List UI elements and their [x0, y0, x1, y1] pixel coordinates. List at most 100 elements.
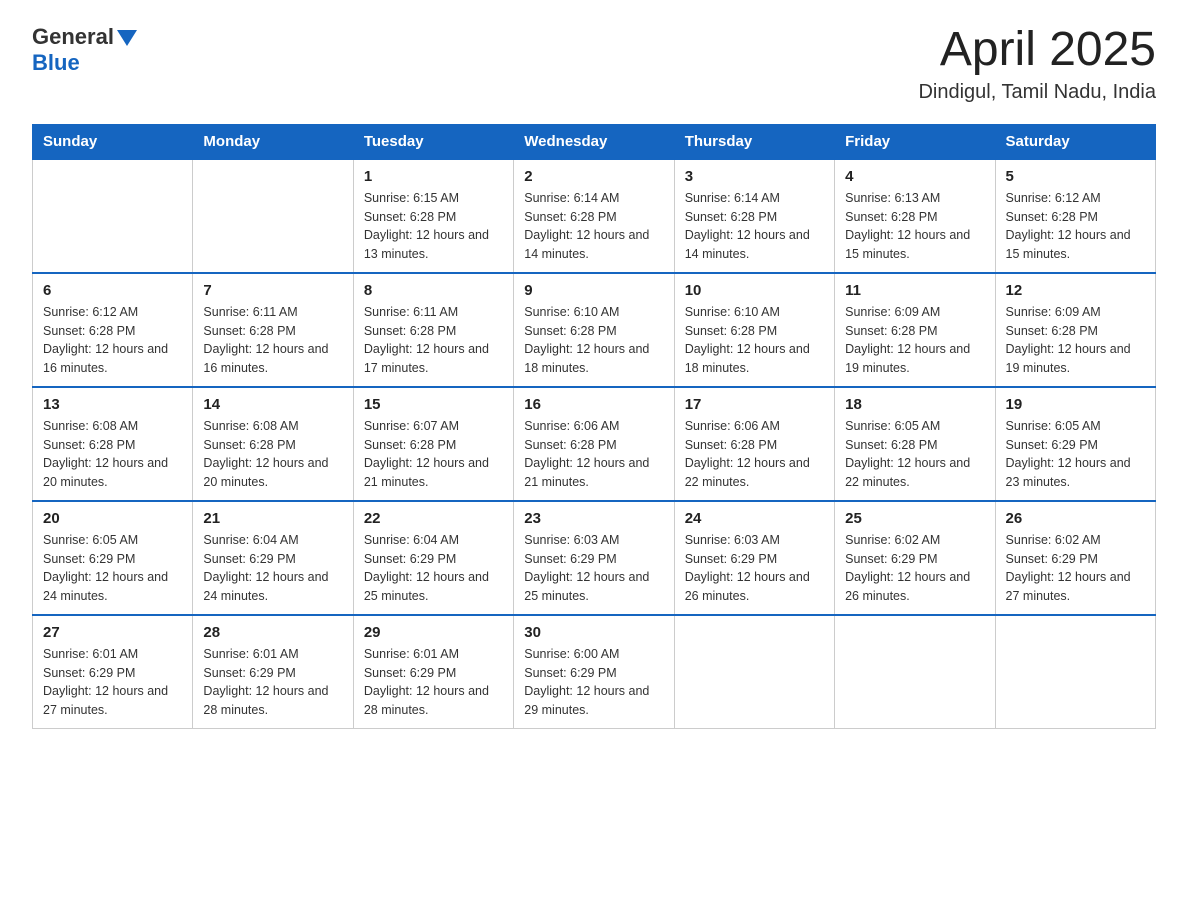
cell-info-text: Sunrise: 6:01 AM Sunset: 6:29 PM Dayligh… — [364, 645, 503, 720]
calendar-cell: 23 Sunrise: 6:03 AM Sunset: 6:29 PM Dayli… — [514, 501, 674, 615]
calendar-cell: 18 Sunrise: 6:05 AM Sunset: 6:28 PM Dayli… — [835, 387, 995, 501]
calendar-cell: 11 Sunrise: 6:09 AM Sunset: 6:28 PM Dayli… — [835, 273, 995, 387]
cell-info-text: Sunrise: 6:07 AM Sunset: 6:28 PM Dayligh… — [364, 417, 503, 492]
logo-blue: Blue — [32, 50, 80, 76]
calendar-cell: 6 Sunrise: 6:12 AM Sunset: 6:28 PM Daylig… — [33, 273, 193, 387]
cell-day-number: 12 — [1006, 282, 1145, 299]
cell-day-number: 29 — [364, 624, 503, 641]
page-subtitle: Dindigul, Tamil Nadu, India — [918, 81, 1156, 104]
logo-general: General — [32, 24, 114, 50]
calendar-cell: 5 Sunrise: 6:12 AM Sunset: 6:28 PM Daylig… — [995, 159, 1155, 273]
calendar-week-row: 27 Sunrise: 6:01 AM Sunset: 6:29 PM Dayli… — [33, 615, 1156, 729]
logo-triangle-icon — [117, 30, 137, 46]
calendar-cell: 21Sunrise: 6:04 AM Sunset: 6:29 PM Dayli… — [193, 501, 353, 615]
cell-day-number: 3 — [685, 168, 824, 185]
cell-day-number: 19 — [1006, 396, 1145, 413]
cell-info-text: Sunrise: 6:14 AM Sunset: 6:28 PM Dayligh… — [524, 189, 663, 264]
calendar-day-header: Monday — [193, 124, 353, 159]
calendar-cell — [193, 159, 353, 273]
cell-info-text: Sunrise: 6:14 AM Sunset: 6:28 PM Dayligh… — [685, 189, 824, 264]
cell-info-text: Sunrise: 6:06 AM Sunset: 6:28 PM Dayligh… — [685, 417, 824, 492]
cell-info-text: Sunrise: 6:03 AM Sunset: 6:29 PM Dayligh… — [685, 531, 824, 606]
calendar-cell — [995, 615, 1155, 729]
calendar-cell: 26Sunrise: 6:02 AM Sunset: 6:29 PM Dayli… — [995, 501, 1155, 615]
cell-day-number: 28 — [203, 624, 342, 641]
cell-info-text: Sunrise: 6:12 AM Sunset: 6:28 PM Dayligh… — [43, 303, 182, 378]
calendar-day-header: Sunday — [33, 124, 193, 159]
calendar-cell: 16 Sunrise: 6:06 AM Sunset: 6:28 PM Dayli… — [514, 387, 674, 501]
calendar-header-row: SundayMondayTuesdayWednesdayThursdayFrid… — [33, 124, 1156, 159]
cell-day-number: 4 — [845, 168, 984, 185]
cell-info-text: Sunrise: 6:08 AM Sunset: 6:28 PM Dayligh… — [203, 417, 342, 492]
cell-info-text: Sunrise: 6:12 AM Sunset: 6:28 PM Dayligh… — [1006, 189, 1145, 264]
cell-info-text: Sunrise: 6:09 AM Sunset: 6:28 PM Dayligh… — [1006, 303, 1145, 378]
cell-day-number: 27 — [43, 624, 182, 641]
cell-info-text: Sunrise: 6:06 AM Sunset: 6:28 PM Dayligh… — [524, 417, 663, 492]
calendar-week-row: 13 Sunrise: 6:08 AM Sunset: 6:28 PM Dayli… — [33, 387, 1156, 501]
calendar-week-row: 20Sunrise: 6:05 AM Sunset: 6:29 PM Dayli… — [33, 501, 1156, 615]
cell-info-text: Sunrise: 6:05 AM Sunset: 6:29 PM Dayligh… — [1006, 417, 1145, 492]
cell-day-number: 2 — [524, 168, 663, 185]
calendar-cell: 17 Sunrise: 6:06 AM Sunset: 6:28 PM Dayli… — [674, 387, 834, 501]
cell-info-text: Sunrise: 6:08 AM Sunset: 6:28 PM Dayligh… — [43, 417, 182, 492]
calendar-cell: 22Sunrise: 6:04 AM Sunset: 6:29 PM Dayli… — [353, 501, 513, 615]
cell-day-number: 6 — [43, 282, 182, 299]
cell-day-number: 11 — [845, 282, 984, 299]
calendar-cell: 3 Sunrise: 6:14 AM Sunset: 6:28 PM Daylig… — [674, 159, 834, 273]
cell-day-number: 26 — [1006, 510, 1145, 527]
calendar-cell: 8 Sunrise: 6:11 AM Sunset: 6:28 PM Daylig… — [353, 273, 513, 387]
cell-day-number: 24 — [685, 510, 824, 527]
cell-day-number: 23 — [524, 510, 663, 527]
cell-day-number: 22 — [364, 510, 503, 527]
cell-day-number: 1 — [364, 168, 503, 185]
calendar-day-header: Thursday — [674, 124, 834, 159]
cell-day-number: 9 — [524, 282, 663, 299]
cell-day-number: 8 — [364, 282, 503, 299]
calendar-cell: 13 Sunrise: 6:08 AM Sunset: 6:28 PM Dayli… — [33, 387, 193, 501]
cell-info-text: Sunrise: 6:01 AM Sunset: 6:29 PM Dayligh… — [203, 645, 342, 720]
cell-day-number: 18 — [845, 396, 984, 413]
page-header: General Blue April 2025 Dindigul, Tamil … — [32, 24, 1156, 104]
calendar-cell: 25Sunrise: 6:02 AM Sunset: 6:29 PM Dayli… — [835, 501, 995, 615]
cell-day-number: 5 — [1006, 168, 1145, 185]
calendar-cell: 10Sunrise: 6:10 AM Sunset: 6:28 PM Dayli… — [674, 273, 834, 387]
calendar-cell: 14 Sunrise: 6:08 AM Sunset: 6:28 PM Dayli… — [193, 387, 353, 501]
cell-info-text: Sunrise: 6:09 AM Sunset: 6:28 PM Dayligh… — [845, 303, 984, 378]
calendar-week-row: 1 Sunrise: 6:15 AM Sunset: 6:28 PM Daylig… — [33, 159, 1156, 273]
logo: General Blue — [32, 24, 137, 76]
cell-day-number: 7 — [203, 282, 342, 299]
cell-day-number: 17 — [685, 396, 824, 413]
cell-info-text: Sunrise: 6:11 AM Sunset: 6:28 PM Dayligh… — [203, 303, 342, 378]
calendar-day-header: Wednesday — [514, 124, 674, 159]
cell-info-text: Sunrise: 6:15 AM Sunset: 6:28 PM Dayligh… — [364, 189, 503, 264]
calendar-cell — [674, 615, 834, 729]
cell-day-number: 14 — [203, 396, 342, 413]
calendar-day-header: Tuesday — [353, 124, 513, 159]
calendar-cell: 19 Sunrise: 6:05 AM Sunset: 6:29 PM Dayli… — [995, 387, 1155, 501]
cell-info-text: Sunrise: 6:01 AM Sunset: 6:29 PM Dayligh… — [43, 645, 182, 720]
calendar-cell — [33, 159, 193, 273]
calendar-cell: 24 Sunrise: 6:03 AM Sunset: 6:29 PM Dayli… — [674, 501, 834, 615]
calendar-table: SundayMondayTuesdayWednesdayThursdayFrid… — [32, 124, 1156, 729]
calendar-day-header: Friday — [835, 124, 995, 159]
cell-info-text: Sunrise: 6:04 AM Sunset: 6:29 PM Dayligh… — [203, 531, 342, 606]
calendar-week-row: 6 Sunrise: 6:12 AM Sunset: 6:28 PM Daylig… — [33, 273, 1156, 387]
calendar-cell: 15Sunrise: 6:07 AM Sunset: 6:28 PM Dayli… — [353, 387, 513, 501]
cell-day-number: 30 — [524, 624, 663, 641]
calendar-cell: 28 Sunrise: 6:01 AM Sunset: 6:29 PM Dayli… — [193, 615, 353, 729]
cell-info-text: Sunrise: 6:00 AM Sunset: 6:29 PM Dayligh… — [524, 645, 663, 720]
page-title: April 2025 — [918, 24, 1156, 77]
calendar-cell: 12 Sunrise: 6:09 AM Sunset: 6:28 PM Dayli… — [995, 273, 1155, 387]
title-block: April 2025 Dindigul, Tamil Nadu, India — [918, 24, 1156, 104]
calendar-cell: 30 Sunrise: 6:00 AM Sunset: 6:29 PM Dayli… — [514, 615, 674, 729]
cell-info-text: Sunrise: 6:10 AM Sunset: 6:28 PM Dayligh… — [524, 303, 663, 378]
cell-info-text: Sunrise: 6:03 AM Sunset: 6:29 PM Dayligh… — [524, 531, 663, 606]
calendar-cell: 29 Sunrise: 6:01 AM Sunset: 6:29 PM Dayli… — [353, 615, 513, 729]
cell-info-text: Sunrise: 6:11 AM Sunset: 6:28 PM Dayligh… — [364, 303, 503, 378]
calendar-cell — [835, 615, 995, 729]
cell-day-number: 13 — [43, 396, 182, 413]
cell-day-number: 16 — [524, 396, 663, 413]
cell-info-text: Sunrise: 6:05 AM Sunset: 6:28 PM Dayligh… — [845, 417, 984, 492]
cell-day-number: 10 — [685, 282, 824, 299]
cell-info-text: Sunrise: 6:05 AM Sunset: 6:29 PM Dayligh… — [43, 531, 182, 606]
